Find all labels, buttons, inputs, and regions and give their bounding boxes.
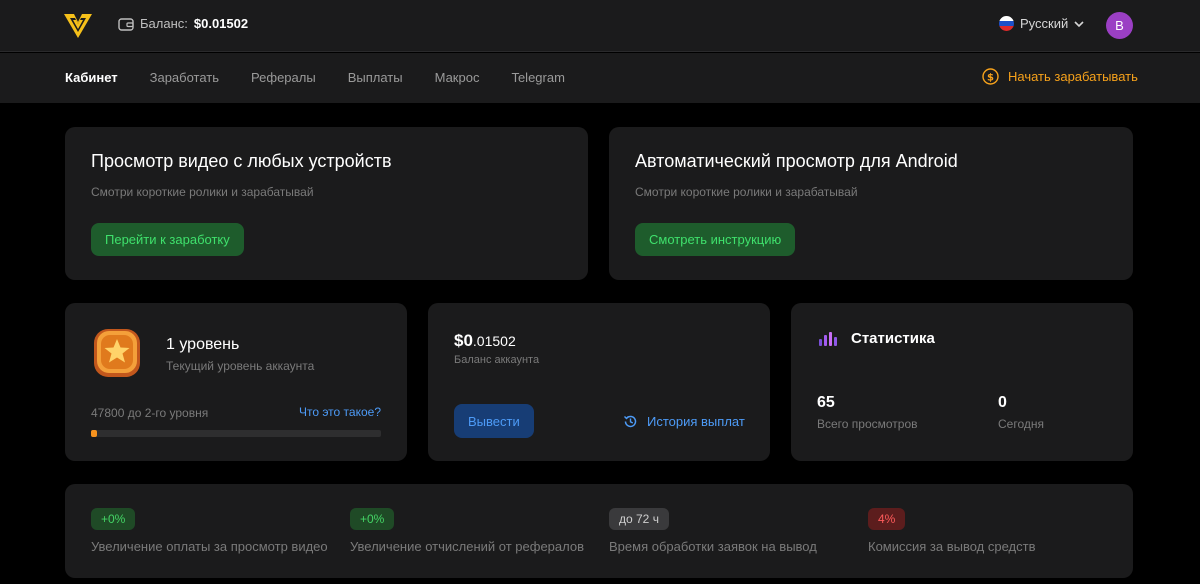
withdraw-button[interactable]: Вывести (454, 404, 534, 438)
nav-item-telegram[interactable]: Telegram (511, 70, 564, 85)
logo-icon[interactable] (64, 12, 92, 38)
feature-badge: 4% (868, 508, 906, 530)
features-card: +0% Увеличение оплаты за просмотр видео … (65, 484, 1133, 578)
nav-item-referrals[interactable]: Рефералы (251, 70, 316, 85)
balance-value: $0.01502 (193, 16, 249, 31)
stats-title: Статистика (851, 330, 935, 347)
feature-item: +0% Увеличение отчислений от рефералов (350, 508, 584, 554)
level-progress-bar (91, 430, 381, 437)
total-views-value: 65 (817, 394, 835, 411)
feature-item: +0% Увеличение оплаты за просмотр видео (91, 508, 328, 554)
header-balance: Баланс: $0.01502 (118, 16, 248, 31)
feature-item: 4% Комиссия за вывод средств (868, 508, 1036, 554)
nav-item-cabinet[interactable]: Кабинет (65, 70, 118, 85)
language-label: Русский (1020, 16, 1069, 31)
nav-item-earn[interactable]: Заработать (150, 70, 219, 85)
balance-card: $0.01502 Баланс аккаунта Вывести История… (428, 303, 770, 461)
wallet-icon (118, 17, 134, 31)
promo-title: Автоматический просмотр для Android (635, 151, 958, 171)
svg-text:$: $ (987, 73, 994, 84)
avatar[interactable]: B (1106, 12, 1133, 39)
feature-badge: +0% (91, 508, 136, 530)
language-selector[interactable]: Русский (999, 16, 1084, 31)
account-balance-amount: $0.01502 (454, 331, 516, 351)
promo-card-android: Автоматический просмотр для Android Смот… (609, 127, 1133, 280)
today-label: Сегодня (998, 417, 1044, 431)
level-title: 1 уровень (166, 336, 240, 353)
payout-history-link[interactable]: История выплат (623, 414, 745, 429)
start-earning-label: Начать зарабатывать (1008, 69, 1138, 84)
payout-history-label: История выплат (647, 414, 745, 429)
star-badge-icon (94, 329, 140, 377)
promo-subtitle: Смотри короткие ролики и зарабатывай (635, 185, 858, 199)
russia-flag-icon (999, 16, 1014, 31)
top-bar: Баланс: $0.01502 Русский B (0, 0, 1200, 52)
feature-text: Комиссия за вывод средств (868, 539, 1036, 554)
watch-instruction-button[interactable]: Смотреть инструкцию (635, 223, 796, 256)
chevron-down-icon (1074, 20, 1084, 27)
level-subtitle: Текущий уровень аккаунта (166, 359, 315, 373)
start-earning-link[interactable]: $ Начать зарабатывать (982, 68, 1138, 85)
feature-item: до 72 ч Время обработки заявок на вывод (609, 508, 817, 554)
total-views-label: Всего просмотров (817, 417, 918, 431)
today-value: 0 (998, 394, 1007, 411)
dollar-coin-icon: $ (982, 68, 999, 85)
balance-label: Баланс: (140, 16, 188, 31)
nav-item-payouts[interactable]: Выплаты (348, 70, 403, 85)
balance-decimals: .01502 (472, 333, 516, 349)
stats-bars-icon (819, 332, 837, 346)
nav-item-macros[interactable]: Макрос (435, 70, 480, 85)
feature-badge: до 72 ч (609, 508, 669, 530)
account-balance-label: Баланс аккаунта (454, 354, 540, 366)
feature-text: Время обработки заявок на вывод (609, 539, 817, 554)
feature-badge: +0% (350, 508, 395, 530)
promo-subtitle: Смотри короткие ролики и зарабатывай (91, 185, 314, 199)
level-card: 1 уровень Текущий уровень аккаунта 47800… (65, 303, 407, 461)
level-progress-text: 47800 до 2-го уровня (91, 406, 209, 420)
stats-card: Статистика 65 Всего просмотров 0 Сегодня (791, 303, 1133, 461)
promo-card-video: Просмотр видео с любых устройств Смотри … (65, 127, 588, 280)
level-progress-fill (91, 430, 97, 437)
go-to-earning-button[interactable]: Перейти к заработку (91, 223, 244, 256)
what-is-this-link[interactable]: Что это такое? (299, 405, 381, 419)
promo-title: Просмотр видео с любых устройств (91, 151, 392, 171)
history-icon (624, 415, 637, 428)
main-nav: Кабинет Заработать Рефералы Выплаты Макр… (65, 70, 565, 85)
feature-text: Увеличение оплаты за просмотр видео (91, 539, 328, 554)
feature-text: Увеличение отчислений от рефералов (350, 539, 585, 554)
balance-main: $0 (454, 331, 473, 350)
